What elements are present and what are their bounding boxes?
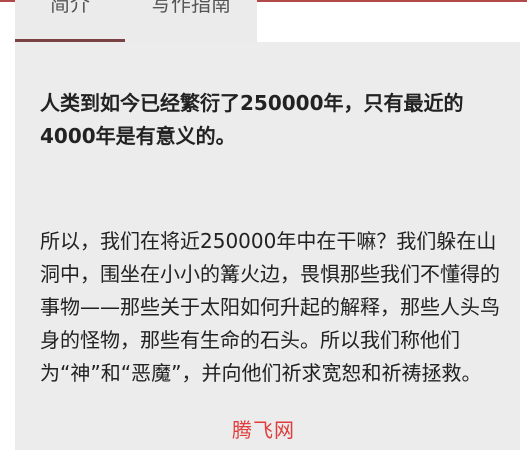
tab-writing-guide-label: 写作指南 [151,0,231,16]
app-screen: 简介 写作指南 人类到如今已经繁衍了250000年，只有最近的4000年是有意义… [0,0,527,450]
tab-intro-label: 简介 [50,0,90,16]
tab-bar: 简介 写作指南 [15,0,257,42]
lead-paragraph: 人类到如今已经繁衍了250000年，只有最近的4000年是有意义的。 [40,91,464,148]
tab-writing-guide[interactable]: 写作指南 [125,0,257,42]
tab-intro[interactable]: 简介 [15,0,125,42]
content-panel: 人类到如今已经繁衍了250000年，只有最近的4000年是有意义的。 所以，我们… [15,42,520,450]
body-paragraph: 所以，我们在将近250000年中在干嘛？我们躲在山洞中，围坐在小小的篝火边，畏惧… [40,229,500,385]
site-watermark: 腾飞网 [232,418,295,442]
